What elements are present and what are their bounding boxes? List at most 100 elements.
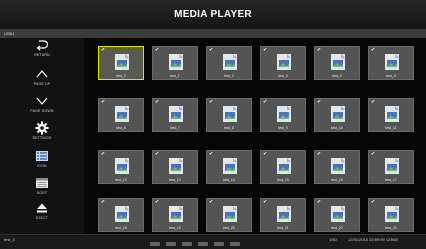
settings-label: SETTINGS <box>32 136 52 140</box>
image-file-icon <box>331 206 345 222</box>
check-icon[interactable]: ✔ <box>209 200 213 205</box>
page-down-label: PAGE DOWN <box>30 109 54 113</box>
image-file-icon <box>169 106 183 122</box>
key-hint <box>166 242 176 246</box>
check-icon[interactable]: ✔ <box>155 48 159 53</box>
icon-view-button[interactable]: ICON <box>0 149 84 171</box>
page-down-button[interactable]: PAGE DOWN <box>0 94 84 116</box>
check-icon[interactable]: ✔ <box>101 48 105 53</box>
image-file-icon <box>115 206 129 222</box>
check-icon[interactable]: ✔ <box>371 48 375 53</box>
file-tile[interactable]: ✔ test_20 <box>206 198 252 232</box>
file-name: test_2 <box>224 74 234 78</box>
file-name: test_8 <box>224 126 234 130</box>
eject-button[interactable]: EJECT <box>0 201 84 223</box>
file-tile[interactable]: ✔ test_15 <box>260 150 306 184</box>
file-tile[interactable]: ✔ test_11 <box>368 98 414 132</box>
key-hint <box>150 242 160 246</box>
check-icon[interactable]: ✔ <box>263 100 267 105</box>
check-icon[interactable]: ✔ <box>317 48 321 53</box>
image-file-icon <box>385 158 399 174</box>
check-icon[interactable]: ✔ <box>317 200 321 205</box>
check-icon[interactable]: ✔ <box>317 152 321 157</box>
file-name: test_18 <box>115 226 127 230</box>
file-tile[interactable]: ✔ test_4 <box>314 46 360 80</box>
check-icon[interactable]: ✔ <box>155 152 159 157</box>
file-name: test_1 <box>170 74 180 78</box>
check-icon[interactable]: ✔ <box>155 200 159 205</box>
path-bar: USB1 <box>0 30 426 38</box>
check-icon[interactable]: ✔ <box>209 100 213 105</box>
image-file-icon <box>331 106 345 122</box>
sidebar: RETURN PAGE UP PAGE DOWN SETTINGS ICON S… <box>0 38 84 234</box>
check-icon[interactable]: ✔ <box>371 152 375 157</box>
file-tile[interactable]: ✔ test_1 <box>152 46 198 80</box>
image-file-icon <box>115 106 129 122</box>
file-tile[interactable]: ✔ test_22 <box>314 198 360 232</box>
file-tile[interactable]: ✔ test_16 <box>314 150 360 184</box>
file-tile[interactable]: ✔ test_10 <box>314 98 360 132</box>
file-tile[interactable]: ✔ test_23 <box>368 198 414 232</box>
file-tile[interactable]: ✔ test_5 <box>368 46 414 80</box>
sort-label: SORT <box>36 191 48 195</box>
check-icon[interactable]: ✔ <box>263 152 267 157</box>
image-file-icon <box>169 158 183 174</box>
return-label: RETURN <box>34 53 50 57</box>
file-name: test_14 <box>223 178 235 182</box>
file-tile[interactable]: ✔ test_13 <box>152 150 198 184</box>
file-tile[interactable]: ✔ test_17 <box>368 150 414 184</box>
image-file-icon <box>223 158 237 174</box>
file-tile[interactable]: ✔ test_19 <box>152 198 198 232</box>
file-tile[interactable]: ✔ test_8 <box>206 98 252 132</box>
check-icon[interactable]: ✔ <box>263 48 267 53</box>
status-datetime: 12/31/2015 23:59:59 123KB <box>348 237 398 242</box>
check-icon[interactable]: ✔ <box>101 200 105 205</box>
chevron-down-icon <box>35 94 49 108</box>
page-up-button[interactable]: PAGE UP <box>0 67 84 89</box>
file-name: test_0 <box>116 74 126 78</box>
key-hint <box>214 242 224 246</box>
file-tile[interactable]: ✔ test_18 <box>98 198 144 232</box>
file-grid-area: ✔ test_0 ✔ test_1 ✔ test_2 ✔ test_3 ✔ test_4 ✔ test… <box>84 38 426 234</box>
file-tile[interactable]: ✔ test_21 <box>260 198 306 232</box>
file-name: test_19 <box>169 226 181 230</box>
check-icon[interactable]: ✔ <box>209 48 213 53</box>
image-file-icon <box>277 206 291 222</box>
check-icon[interactable]: ✔ <box>209 152 213 157</box>
key-hint <box>198 242 208 246</box>
check-icon[interactable]: ✔ <box>101 100 105 105</box>
file-name: test_13 <box>169 178 181 182</box>
file-name: test_23 <box>385 226 397 230</box>
image-file-icon <box>115 54 129 70</box>
check-icon[interactable]: ✔ <box>101 152 105 157</box>
file-tile[interactable]: ✔ test_0 <box>98 46 144 80</box>
check-icon[interactable]: ✔ <box>371 200 375 205</box>
file-tile[interactable]: ✔ test_7 <box>152 98 198 132</box>
file-tile[interactable]: ✔ test_14 <box>206 150 252 184</box>
check-icon[interactable]: ✔ <box>371 100 375 105</box>
icon-view-label: ICON <box>37 164 47 168</box>
file-tile[interactable]: ✔ test_12 <box>98 150 144 184</box>
file-tile[interactable]: ✔ test_9 <box>260 98 306 132</box>
return-button[interactable]: RETURN <box>0 38 84 60</box>
check-icon[interactable]: ✔ <box>155 100 159 105</box>
image-file-icon <box>169 54 183 70</box>
file-name: test_16 <box>331 178 343 182</box>
check-icon[interactable]: ✔ <box>263 200 267 205</box>
image-file-icon <box>277 54 291 70</box>
file-tile[interactable]: ✔ test_2 <box>206 46 252 80</box>
file-name: test_7 <box>170 126 180 130</box>
image-file-icon <box>331 158 345 174</box>
file-tile[interactable]: ✔ test_3 <box>260 46 306 80</box>
sort-button[interactable]: SORT <box>0 176 84 198</box>
return-icon <box>35 38 49 52</box>
check-icon[interactable]: ✔ <box>317 100 321 105</box>
file-name: test_5 <box>386 74 396 78</box>
file-name: test_12 <box>115 178 127 182</box>
file-name: test_3 <box>278 74 288 78</box>
settings-button[interactable]: SETTINGS <box>0 121 84 143</box>
chevron-up-icon <box>35 67 49 81</box>
file-tile[interactable]: ✔ test_6 <box>98 98 144 132</box>
image-file-icon <box>277 106 291 122</box>
file-name: test_11 <box>385 126 397 130</box>
